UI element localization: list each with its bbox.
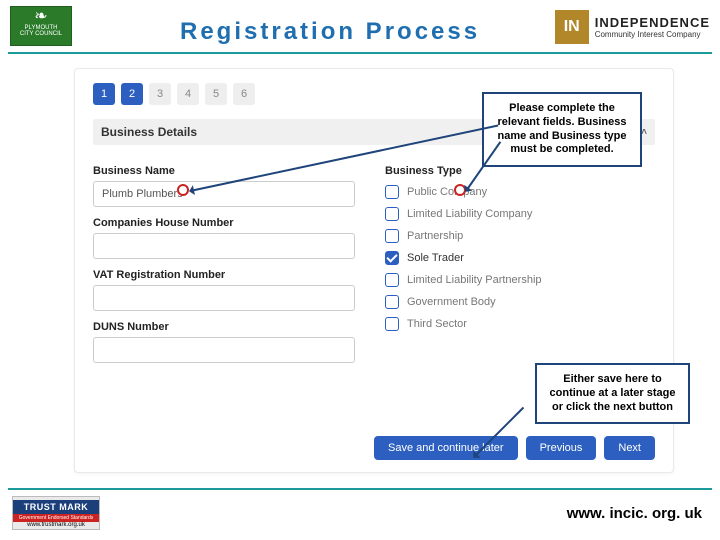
bt-label: Limited Liability Company: [407, 208, 532, 220]
next-button[interactable]: Next: [604, 436, 655, 460]
tree-icon: ❧: [11, 9, 71, 25]
header-divider: [8, 52, 712, 54]
bt-label: Government Body: [407, 296, 496, 308]
step-1[interactable]: 1: [93, 83, 115, 105]
bt-public-company[interactable]: Public Company: [385, 185, 655, 199]
section-title: Business Details: [101, 125, 197, 139]
step-2[interactable]: 2: [121, 83, 143, 105]
step-4[interactable]: 4: [177, 83, 199, 105]
trustmark-logo: TRUST MARK Government Endorsed Standards…: [12, 496, 100, 530]
checkbox-icon: [385, 207, 399, 221]
bt-sole-trader[interactable]: Sole Trader: [385, 251, 655, 265]
bt-third-sector[interactable]: Third Sector: [385, 317, 655, 331]
checkbox-icon: [385, 273, 399, 287]
in-big: INDEPENDENCE: [595, 15, 710, 30]
callout-save-next: Either save here to continue at a later …: [535, 363, 690, 424]
label-companies-house: Companies House Number: [93, 217, 355, 229]
business-name-field[interactable]: [93, 181, 355, 207]
bt-label: Limited Liability Partnership: [407, 274, 542, 286]
in-badge: IN: [555, 10, 589, 44]
bt-label: Partnership: [407, 230, 463, 242]
checkbox-icon: [385, 295, 399, 309]
save-continue-button[interactable]: Save and continue later: [374, 436, 518, 460]
companies-house-field[interactable]: [93, 233, 355, 259]
tm-url: www.trustmark.org.uk: [13, 522, 99, 528]
previous-button[interactable]: Previous: [526, 436, 597, 460]
checkbox-icon: [385, 317, 399, 331]
form-buttons: Save and continue later Previous Next: [374, 436, 655, 460]
bt-label: Third Sector: [407, 318, 467, 330]
checkbox-icon: [385, 229, 399, 243]
step-5[interactable]: 5: [205, 83, 227, 105]
step-6[interactable]: 6: [233, 83, 255, 105]
independence-logo: IN INDEPENDENCE Community Interest Compa…: [555, 8, 710, 46]
tm-subtitle: Government Endorsed Standards: [13, 514, 99, 522]
in-small: Community Interest Company: [595, 30, 701, 39]
vat-field[interactable]: [93, 285, 355, 311]
bt-label: Sole Trader: [407, 252, 464, 264]
page-title: Registration Process: [180, 18, 480, 46]
slide-header: ❧ PLYMOUTH CITY COUNCIL Registration Pro…: [0, 0, 720, 54]
step-3[interactable]: 3: [149, 83, 171, 105]
plymouth-logo: ❧ PLYMOUTH CITY COUNCIL: [10, 6, 72, 46]
bt-partnership[interactable]: Partnership: [385, 229, 655, 243]
tm-title: TRUST MARK: [13, 500, 99, 514]
label-business-name: Business Name: [93, 165, 355, 177]
bt-llc[interactable]: Limited Liability Company: [385, 207, 655, 221]
footer-divider: [8, 488, 712, 490]
bt-label: Public Company: [407, 186, 487, 198]
in-text: INDEPENDENCE Community Interest Company: [595, 15, 710, 39]
label-vat: VAT Registration Number: [93, 269, 355, 281]
callout-required-fields: Please complete the relevant fields. Bus…: [482, 92, 642, 167]
right-column: Business Type Public Company Limited Lia…: [385, 155, 655, 363]
left-column: Business Name Companies House Number VAT…: [93, 155, 355, 363]
bt-llp[interactable]: Limited Liability Partnership: [385, 273, 655, 287]
bt-government[interactable]: Government Body: [385, 295, 655, 309]
footer-url: www. incic. org. uk: [567, 505, 702, 522]
plymouth-line2: CITY COUNCIL: [20, 31, 62, 37]
checkbox-icon: [385, 185, 399, 199]
label-duns: DUNS Number: [93, 321, 355, 333]
checkbox-checked-icon: [385, 251, 399, 265]
chevron-up-icon: ˄: [641, 127, 647, 138]
duns-field[interactable]: [93, 337, 355, 363]
